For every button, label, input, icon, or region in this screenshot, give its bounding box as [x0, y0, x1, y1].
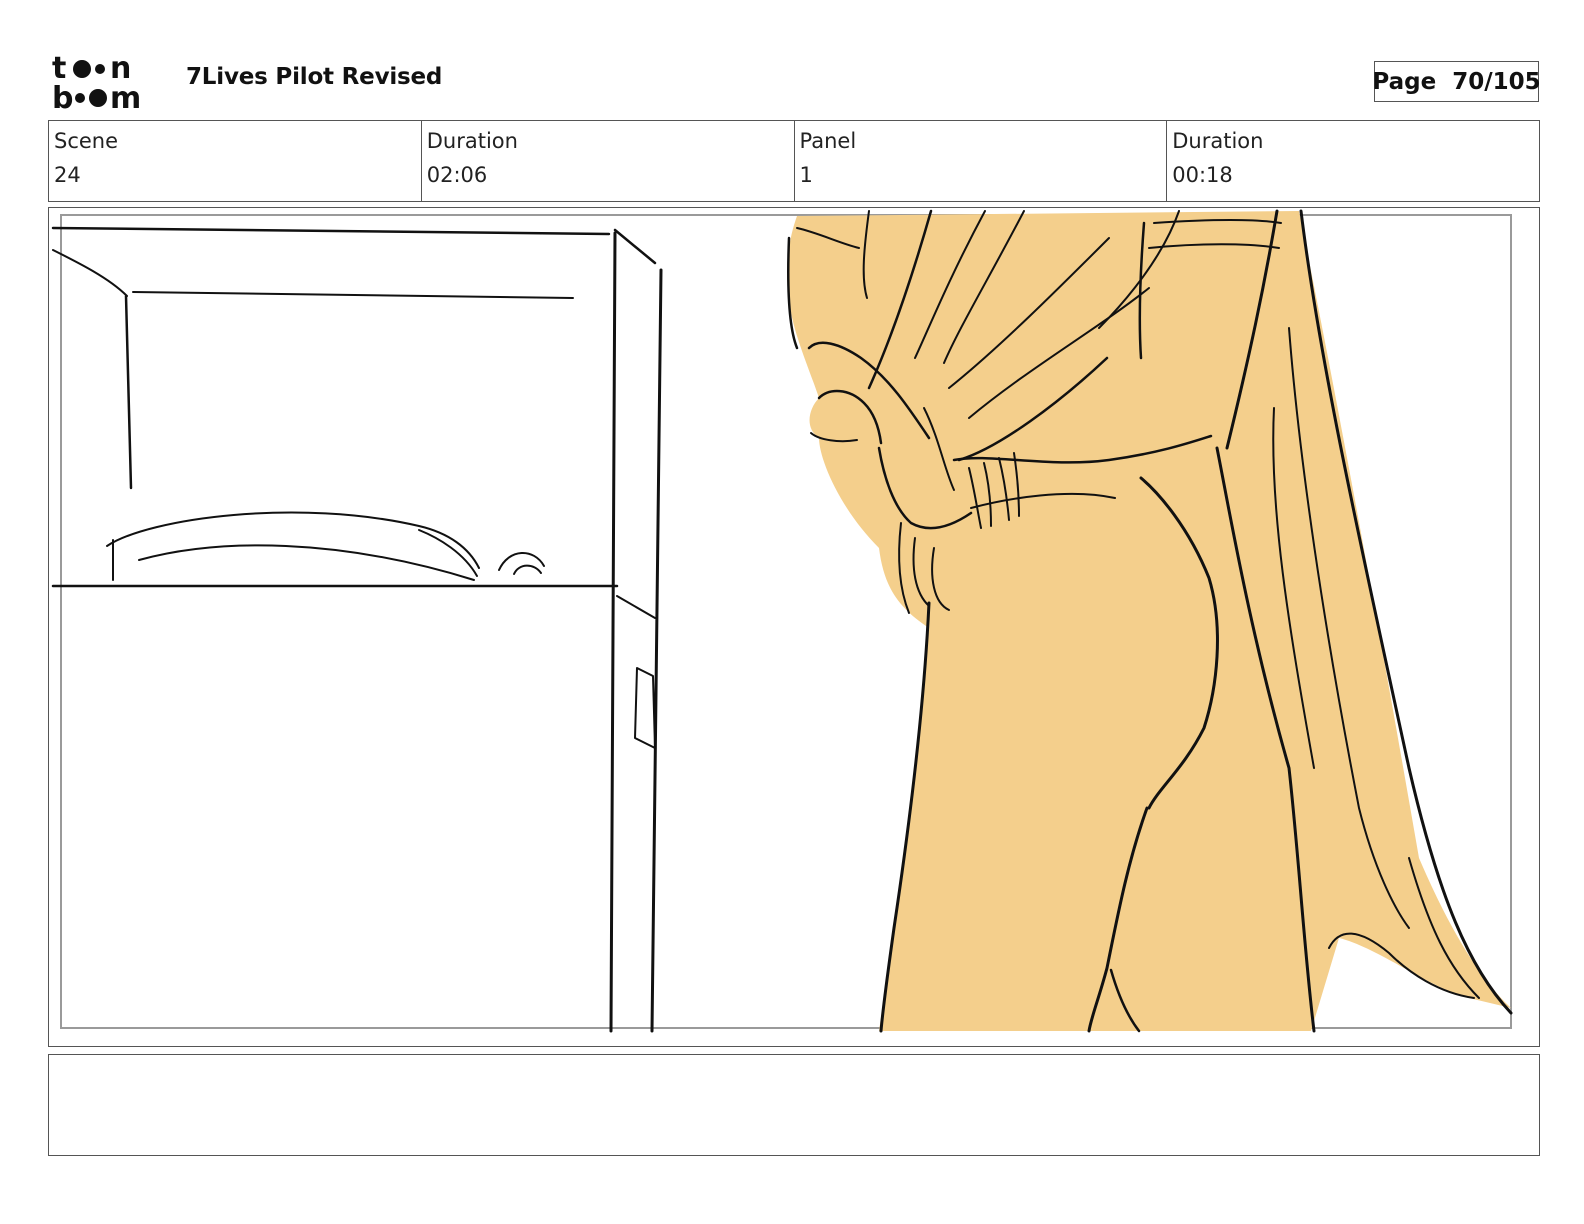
- panel-duration-label: Duration: [1172, 129, 1264, 153]
- toon-boom-logo: t n b m: [52, 52, 141, 112]
- scene-duration-value: 02:06: [426, 163, 488, 187]
- storyboard-panel: [48, 207, 1540, 1047]
- page-indicator: Page 70/105: [1372, 61, 1541, 102]
- scene-duration-label: Duration: [426, 129, 518, 153]
- scene-duration-cell: Duration 02:06: [422, 121, 795, 201]
- page-label: Page: [1372, 68, 1437, 95]
- panel-label: Panel: [799, 129, 857, 153]
- scene-value: 24: [54, 163, 81, 187]
- panel-sketch: [51, 209, 1513, 1033]
- scene-cell: Scene 24: [49, 121, 422, 201]
- panel-duration-value: 00:18: [1172, 163, 1233, 187]
- scene-label: Scene: [54, 129, 119, 153]
- panel-cell: Panel 1: [795, 121, 1168, 201]
- page-number: 70/105: [1452, 68, 1541, 95]
- panel-value: 1: [799, 163, 813, 187]
- svg-text:b: b: [52, 81, 73, 112]
- document-title: 7Lives Pilot Revised: [186, 64, 443, 90]
- scene-info-table: Scene 24 Duration 02:06 Panel 1 Duration…: [48, 120, 1540, 202]
- panel-duration-cell: Duration 00:18: [1167, 121, 1539, 201]
- panel-notes-box: [48, 1054, 1540, 1156]
- svg-text:m: m: [110, 81, 141, 112]
